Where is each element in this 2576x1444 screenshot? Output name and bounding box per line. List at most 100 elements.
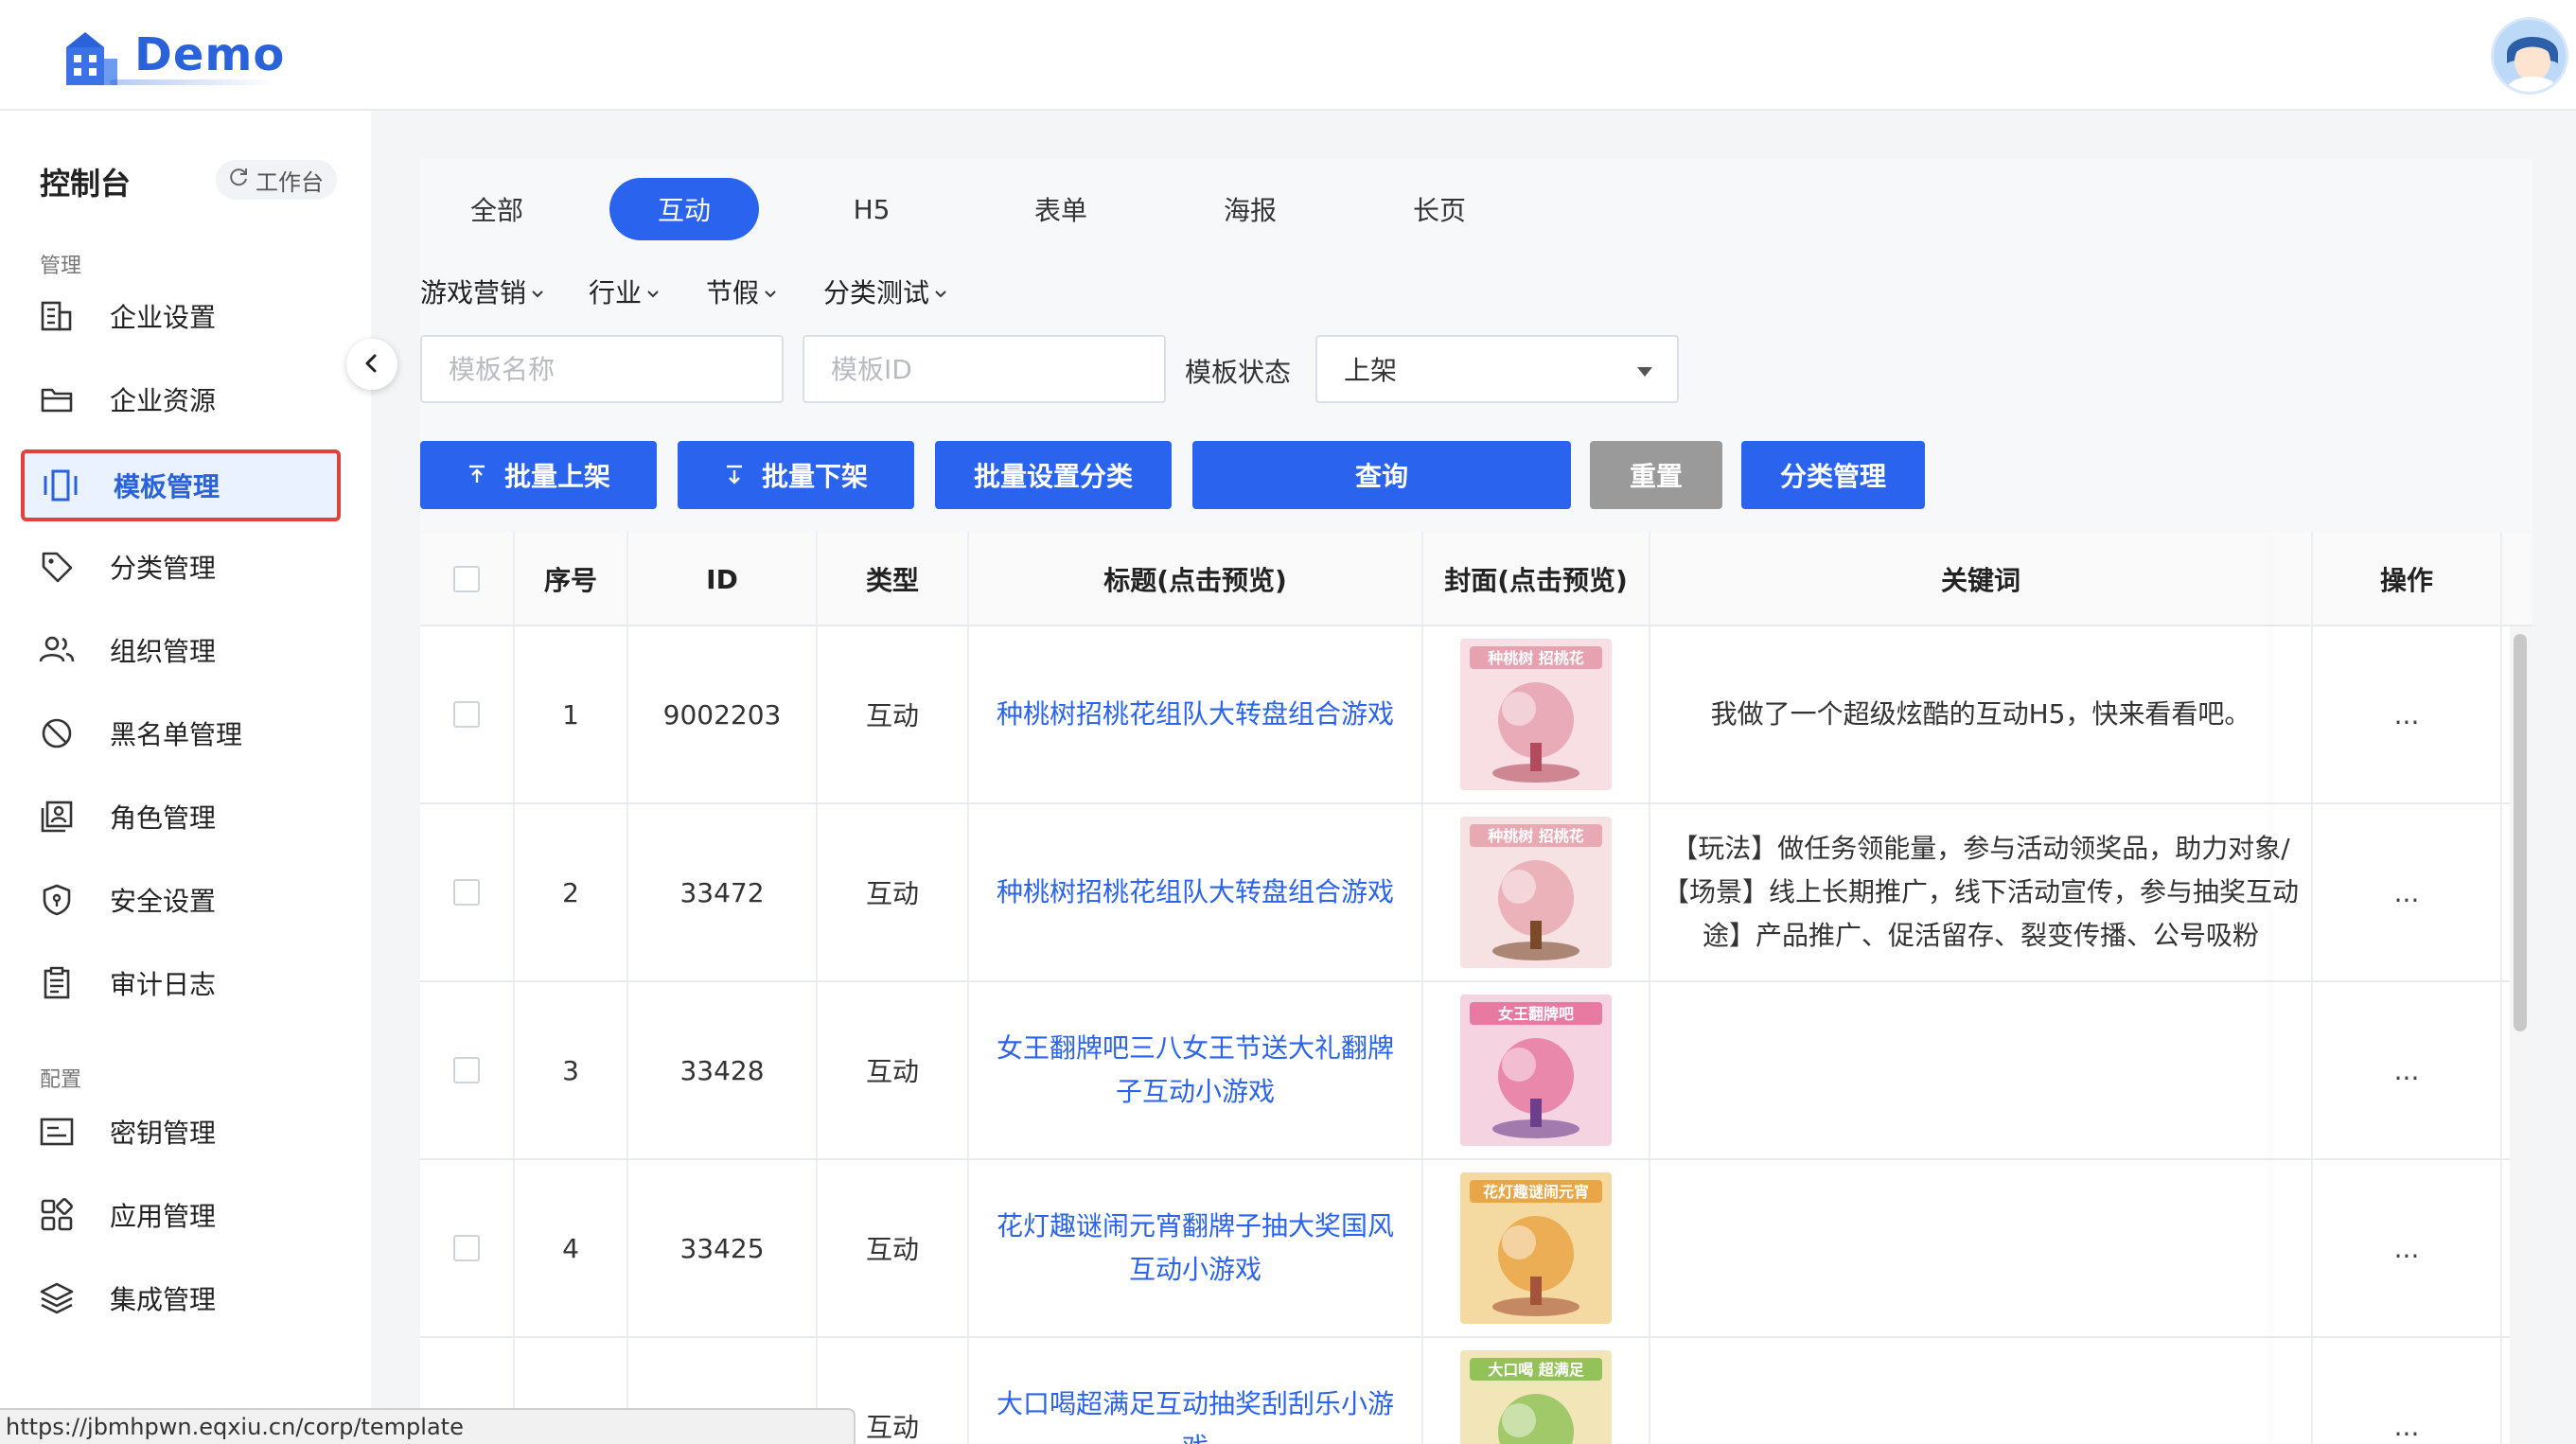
cover-thumbnail[interactable]: 种桃树 招桃花 <box>1460 639 1612 790</box>
sidebar-item-app-management[interactable]: 应用管理 <box>21 1179 341 1251</box>
sidebar-item-enterprise-settings[interactable]: 企业设置 <box>21 280 341 352</box>
cover-thumbnail[interactable]: 种桃树 招桃花 <box>1460 817 1612 968</box>
cell-ops-more[interactable]: ... <box>2313 626 2502 802</box>
sidebar-item-blacklist-management[interactable]: 黑名单管理 <box>21 697 341 769</box>
template-id-input[interactable] <box>831 353 1164 385</box>
query-button[interactable]: 查询 <box>1192 441 1571 509</box>
sidebar-item-org-management[interactable]: 组织管理 <box>21 614 341 686</box>
title-line: 子互动小游戏 <box>1115 1076 1275 1107</box>
header-cover: 封面(点击预览) <box>1423 532 1650 626</box>
cover-thumbnail[interactable]: 大口喝 超满足 <box>1460 1350 1612 1444</box>
sidebar-item-category-management[interactable]: 分类管理 <box>21 531 341 603</box>
cover-caption: 女王翻牌吧 <box>1498 1005 1574 1023</box>
cell-title-link[interactable]: 种桃树招桃花组队大转盘组合游戏 <box>969 804 1423 980</box>
template-id-field[interactable] <box>803 335 1166 403</box>
cell-type: 互动 <box>818 982 969 1158</box>
tab-interactive[interactable]: 互动 <box>609 178 759 240</box>
select-all-cell <box>420 532 515 626</box>
sidebar-item-role-management[interactable]: 角色管理 <box>21 781 341 853</box>
row-checkbox[interactable] <box>453 879 480 906</box>
cell-cover: 种桃树 招桃花 <box>1423 626 1650 802</box>
batch-unpublish-button[interactable]: 批量下架 <box>678 441 914 509</box>
row-select-cell <box>420 1160 515 1336</box>
title-line: 戏 <box>1182 1426 1209 1444</box>
tab-poster[interactable]: 海报 <box>1175 178 1325 240</box>
scrollbar-thumb[interactable] <box>2514 634 2527 1031</box>
sidebar-item-integration-management[interactable]: 集成管理 <box>21 1262 341 1334</box>
cell-type: 互动 <box>818 804 969 980</box>
batch-unpublish-label: 批量下架 <box>761 461 868 492</box>
category-management-button[interactable]: 分类管理 <box>1741 441 1925 509</box>
sidebar-item-label: 密钥管理 <box>110 1118 217 1149</box>
tab-form[interactable]: 表单 <box>986 178 1136 240</box>
cover-caption: 花灯趣谜闹元宵 <box>1483 1183 1589 1201</box>
upload-icon <box>467 460 487 491</box>
sidebar-item-key-management[interactable]: 密钥管理 <box>21 1096 341 1168</box>
chevron-down-icon <box>933 276 948 308</box>
subcategory-industry[interactable]: 行业 <box>589 273 661 310</box>
cell-keywords <box>1650 982 2313 1158</box>
subcategory-label: 游戏营销 <box>420 277 527 308</box>
subcategory-holiday[interactable]: 节假 <box>706 273 778 310</box>
select-all-checkbox[interactable] <box>453 566 480 592</box>
tab-all[interactable]: 全部 <box>422 178 572 240</box>
building-icon <box>38 297 76 335</box>
cover-caption: 种桃树 招桃花 <box>1487 649 1584 667</box>
template-name-input[interactable] <box>449 353 782 385</box>
cell-keywords: 我做了一个超级炫酷的互动H5，快来看看吧。 <box>1650 626 2313 802</box>
template-status-select[interactable]: 上架 <box>1315 335 1679 403</box>
cell-title-link[interactable]: 大口喝超满足互动抽奖刮刮乐小游 戏 <box>969 1338 1423 1444</box>
cell-ops-more[interactable]: ... <box>2313 982 2502 1158</box>
cell-keywords <box>1650 1160 2313 1336</box>
workbench-button[interactable]: 工作台 <box>216 160 337 200</box>
sidebar-collapse-button[interactable] <box>346 339 397 390</box>
chevron-down-icon <box>530 276 545 308</box>
users-icon <box>38 631 76 669</box>
template-status-value: 上架 <box>1344 355 1398 386</box>
subcategory-category-test[interactable]: 分类测试 <box>823 273 948 310</box>
reset-button[interactable]: 重置 <box>1590 441 1722 509</box>
cell-title-link[interactable]: 花灯趣谜闹元宵翻牌子抽大奖国风 互动小游戏 <box>969 1160 1423 1336</box>
keyword-line: 【场景】线上长期推广，线下活动宣传，参与抽奖互动 <box>1662 876 2299 907</box>
template-name-field[interactable] <box>420 335 784 403</box>
sidebar-item-enterprise-resources[interactable]: 企业资源 <box>21 363 341 435</box>
sidebar-item-label: 安全设置 <box>110 886 217 917</box>
cover-caption: 大口喝 超满足 <box>1488 1361 1585 1379</box>
table-row: 4 33425 互动 花灯趣谜闹元宵翻牌子抽大奖国风 互动小游戏 花灯趣谜闹元宵 <box>420 1160 2532 1338</box>
layers-icon <box>38 1279 76 1317</box>
cover-thumbnail[interactable]: 花灯趣谜闹元宵 <box>1460 1172 1612 1324</box>
cell-index: 4 <box>515 1160 628 1336</box>
title-line: 女王翻牌吧三八女王节送大礼翻牌 <box>996 1032 1394 1064</box>
tab-long-page[interactable]: 长页 <box>1365 178 1514 240</box>
refresh-icon <box>227 166 250 194</box>
cell-id: 33428 <box>628 982 818 1158</box>
row-checkbox[interactable] <box>453 701 480 728</box>
table-scrollbar[interactable] <box>2510 626 2532 1444</box>
sidebar-item-label: 模板管理 <box>114 471 221 502</box>
cell-title-link[interactable]: 女王翻牌吧三八女王节送大礼翻牌 子互动小游戏 <box>969 982 1423 1158</box>
batch-publish-label: 批量上架 <box>503 461 610 492</box>
subcategory-game-marketing[interactable]: 游戏营销 <box>420 273 545 310</box>
cell-title-link[interactable]: 种桃树招桃花组队大转盘组合游戏 <box>969 626 1423 802</box>
cell-ops-more[interactable]: ... <box>2313 1338 2502 1444</box>
sidebar-item-security-settings[interactable]: 安全设置 <box>21 864 341 936</box>
sidebar-item-label: 组织管理 <box>110 636 217 667</box>
cell-keywords <box>1650 1338 2313 1444</box>
template-table: 序号 ID 类型 标题(点击预览) 封面(点击预览) 关键词 操作 1 9002… <box>420 532 2532 1444</box>
cell-ops-more[interactable]: ... <box>2313 804 2502 980</box>
subcategory-label: 行业 <box>589 277 643 308</box>
cell-ops-more[interactable]: ... <box>2313 1160 2502 1336</box>
batch-publish-button[interactable]: 批量上架 <box>420 441 657 509</box>
user-avatar[interactable] <box>2491 17 2568 95</box>
tab-h5[interactable]: H5 <box>797 178 946 240</box>
sidebar-item-audit-log[interactable]: 审计日志 <box>21 947 341 1019</box>
row-checkbox[interactable] <box>453 1057 480 1083</box>
sidebar-item-template-management[interactable]: 模板管理 <box>21 449 341 521</box>
batch-set-category-button[interactable]: 批量设置分类 <box>935 441 1172 509</box>
cover-thumbnail[interactable]: 女王翻牌吧 <box>1460 995 1612 1146</box>
row-checkbox[interactable] <box>453 1235 480 1261</box>
cover-caption: 种桃树 招桃花 <box>1487 827 1584 845</box>
tag-icon <box>38 548 76 586</box>
cell-id: 33425 <box>628 1160 818 1336</box>
sidebar-item-label: 分类管理 <box>110 553 217 584</box>
